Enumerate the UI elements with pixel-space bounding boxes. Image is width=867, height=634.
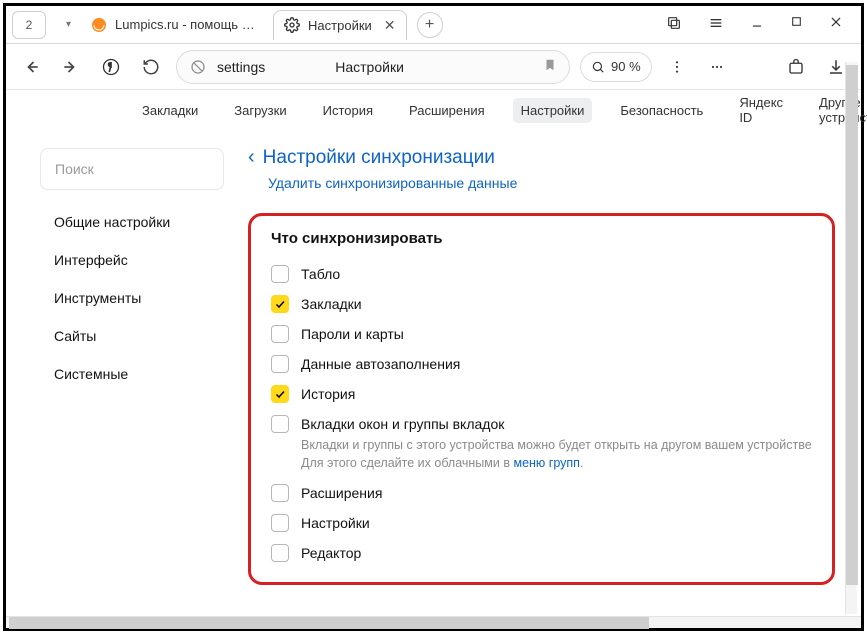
back-button[interactable] [16,52,46,82]
new-tab-button[interactable]: + [417,12,443,38]
subtab-1[interactable]: Загрузки [226,98,294,123]
checkbox[interactable] [271,484,289,502]
sidebar: Поиск Общие настройки Интерфейс Инструмент… [6,130,228,616]
subtab-0[interactable]: Закладки [134,98,206,123]
subtab-4[interactable]: Настройки [513,98,593,123]
checkbox[interactable] [271,514,289,532]
more-icon[interactable] [702,52,732,82]
settings-subtabs: Закладки Загрузки История Расширения Настрой… [6,90,861,130]
groups-menu-link[interactable]: меню групп [513,456,579,470]
checkbox[interactable] [271,544,289,562]
sync-option-0: Табло [271,259,812,289]
maximize-icon[interactable] [790,15,803,34]
sync-option-2: Пароли и карты [271,319,812,349]
checkbox[interactable] [271,325,289,343]
option-label: Расширения [301,484,382,501]
vertical-scrollbar[interactable] [845,62,857,614]
delete-sync-link[interactable]: Удалить синхронизированные данные [268,175,835,191]
sync-option-3: Данные автозаполнения [271,349,812,379]
option-label: Данные автозаполнения [301,355,460,372]
sidebar-item-4[interactable]: Системные [40,362,228,386]
subtab-6[interactable]: Яндекс ID [731,90,791,130]
chevron-down-icon[interactable]: ▾ [66,19,71,30]
sync-option-4: История [271,379,812,409]
subtab-2[interactable]: История [315,98,381,123]
zoom-icon [591,60,605,74]
option-label: Закладки [301,295,362,312]
tab-strip: 2 ▾ Lumpics.ru - помощь с ком Настройки … [6,6,861,44]
window-close-icon[interactable] [829,15,843,34]
kebab-icon[interactable] [662,52,692,82]
menu-icon[interactable] [708,15,724,34]
gear-icon [284,17,300,33]
tab-title: Lumpics.ru - помощь с ком [115,17,255,32]
tab-group-count: 2 [26,18,33,32]
option-label: Редактор [301,544,361,561]
content-area: Поиск Общие настройки Интерфейс Инструмент… [6,130,861,616]
sidebar-nav: Общие настройки Интерфейс Инструменты Сайты… [40,210,228,386]
sync-option-7: Настройки [271,508,812,538]
search-placeholder: Поиск [55,161,94,177]
subtab-3[interactable]: Расширения [401,98,493,123]
extensions-icon[interactable] [781,52,811,82]
reload-button[interactable] [136,52,166,82]
shield-icon [189,58,207,76]
sidebar-item-3[interactable]: Сайты [40,324,228,348]
browser-window: 2 ▾ Lumpics.ru - помощь с ком Настройки … [3,3,864,631]
section-title: Что синхронизировать [271,230,812,247]
toolbar: settings Настройки 90 % [6,44,861,90]
main-panel: ‹ Настройки синхронизации Удалить синхро… [228,130,861,616]
sync-option-6: Расширения [271,478,812,508]
forward-button[interactable] [56,52,86,82]
sidebar-item-1[interactable]: Интерфейс [40,248,228,272]
url-text: settings [217,59,265,75]
sync-option-5: Вкладки окон и группы вкладок Вкладки и г… [271,409,812,478]
option-label: Вкладки окон и группы вкладок [301,415,812,432]
zoom-value: 90 % [611,59,641,74]
sync-options-panel: Что синхронизировать Табло Закладки Пароли… [248,213,835,585]
option-label: Табло [301,265,340,282]
search-input[interactable]: Поиск [40,148,224,190]
close-icon[interactable]: ✕ [384,17,396,34]
address-bar[interactable]: settings Настройки [176,50,570,84]
checkbox[interactable] [271,265,289,283]
option-desc: Вкладки и группы с этого устройства можн… [301,436,812,472]
window-controls [648,15,861,34]
breadcrumb-title: Настройки синхронизации [263,147,495,169]
tab-group-button[interactable]: 2 [12,11,46,39]
tab-lumpics[interactable]: Lumpics.ru - помощь с ком [81,10,265,40]
subtab-5[interactable]: Безопасность [612,98,711,123]
sidebar-item-0[interactable]: Общие настройки [40,210,228,234]
bookmark-icon[interactable] [543,58,557,75]
option-label: Пароли и карты [301,325,404,342]
checkbox[interactable] [271,355,289,373]
page-title-inline: Настройки [335,59,404,75]
checkbox[interactable] [271,295,289,313]
horizontal-scrollbar[interactable] [6,616,861,628]
checkbox[interactable] [271,415,289,433]
breadcrumb[interactable]: ‹ Настройки синхронизации [248,146,835,169]
checkbox[interactable] [271,385,289,403]
subtab-7[interactable]: Другие устройства [811,90,867,130]
sync-option-8: Редактор [271,538,812,568]
favicon-orange-icon [91,17,107,33]
sidebar-item-2[interactable]: Инструменты [40,286,228,310]
yandex-icon[interactable] [96,52,126,82]
sync-option-1: Закладки [271,289,812,319]
tab-settings[interactable]: Настройки ✕ [273,10,406,40]
minimize-icon[interactable] [750,15,764,34]
zoom-indicator[interactable]: 90 % [580,52,652,82]
tab-title: Настройки [308,18,372,33]
option-label: История [301,385,355,402]
option-label: Настройки [301,514,370,531]
copy-icon[interactable] [666,15,682,34]
chevron-left-icon: ‹ [248,146,255,169]
